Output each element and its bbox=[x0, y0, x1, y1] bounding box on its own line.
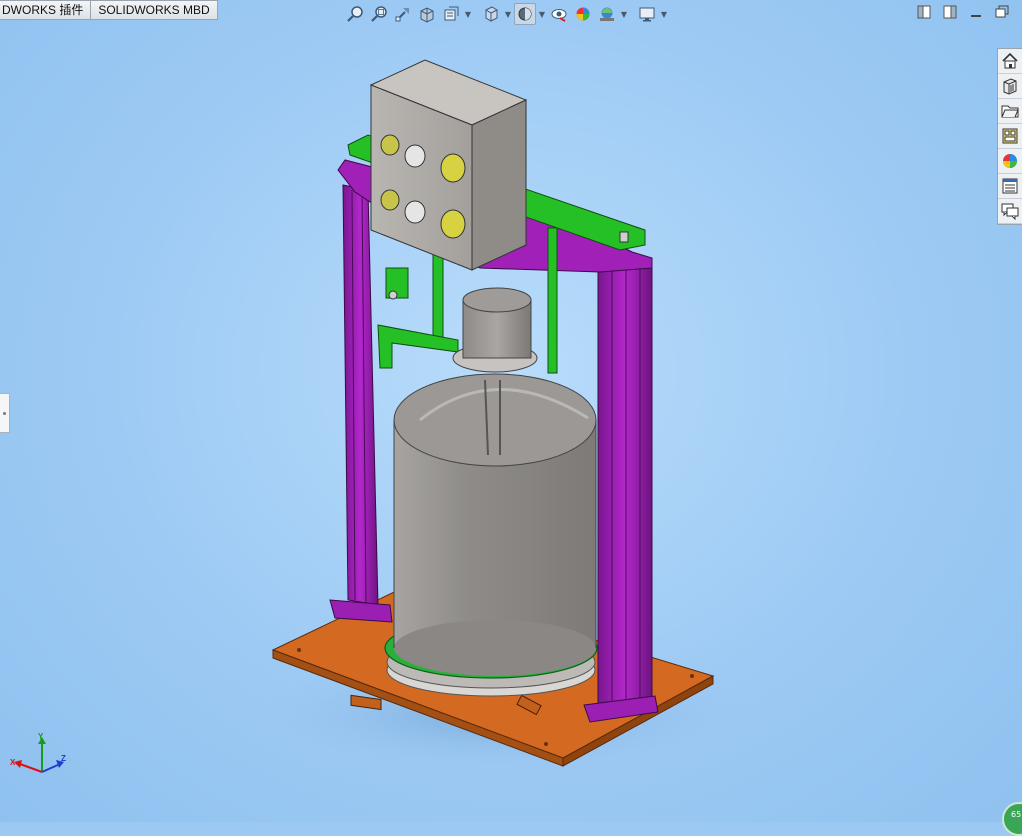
chevron-down-icon[interactable]: ▼ bbox=[620, 3, 628, 25]
feature-manager-collapse-handle[interactable] bbox=[0, 393, 10, 433]
chevron-down-icon[interactable]: ▼ bbox=[660, 3, 668, 25]
tile-right-icon[interactable] bbox=[942, 4, 958, 20]
triad-y-label: Y bbox=[38, 732, 44, 741]
view-settings-icon[interactable] bbox=[636, 3, 658, 25]
previous-view-icon[interactable] bbox=[392, 3, 414, 25]
chevron-down-icon[interactable]: ▼ bbox=[504, 3, 512, 25]
tab-solidworks-mbd[interactable]: SOLIDWORKS MBD bbox=[90, 0, 218, 20]
minimize-icon[interactable] bbox=[968, 4, 984, 20]
zoom-to-area-icon[interactable] bbox=[368, 3, 390, 25]
view-orientation-icon[interactable] bbox=[480, 3, 502, 25]
file-explorer-icon[interactable] bbox=[998, 99, 1022, 124]
display-style-icon[interactable] bbox=[514, 3, 536, 25]
chevron-down-icon[interactable]: ▼ bbox=[464, 3, 472, 25]
section-view-icon[interactable] bbox=[416, 3, 438, 25]
triad-z-label: Z bbox=[61, 754, 66, 763]
heads-up-view-toolbar: ▼ ▼ ▼ ▼ ▼ bbox=[344, 2, 668, 26]
restore-icon[interactable] bbox=[994, 4, 1010, 20]
custom-properties-icon[interactable] bbox=[998, 174, 1022, 199]
tile-left-icon[interactable] bbox=[916, 4, 932, 20]
design-library-icon[interactable] bbox=[998, 74, 1022, 99]
left-frame-post bbox=[329, 184, 393, 623]
mixer-motor bbox=[452, 287, 538, 373]
performance-badge[interactable]: 65 bbox=[1002, 802, 1022, 836]
window-controls bbox=[916, 4, 1010, 20]
hide-show-items-icon[interactable] bbox=[548, 3, 570, 25]
triad-x-label: X bbox=[10, 758, 16, 767]
dynamic-annotation-icon[interactable] bbox=[440, 3, 462, 25]
control-box bbox=[369, 59, 528, 271]
view-palette-icon[interactable] bbox=[998, 124, 1022, 149]
appearances-icon[interactable] bbox=[998, 149, 1022, 174]
apply-scene-icon[interactable] bbox=[596, 3, 618, 25]
task-pane-tabs bbox=[997, 48, 1022, 225]
solidworks-resources-icon[interactable] bbox=[998, 49, 1022, 74]
mixing-tank bbox=[393, 373, 597, 676]
3d-model-mixer-assembly[interactable] bbox=[0, 0, 1022, 822]
tab-solidworks-addins[interactable]: DWORKS 插件 bbox=[0, 0, 92, 20]
forum-icon[interactable] bbox=[998, 199, 1022, 224]
edit-appearance-icon[interactable] bbox=[572, 3, 594, 25]
chevron-down-icon[interactable]: ▼ bbox=[538, 3, 546, 25]
zoom-to-fit-icon[interactable] bbox=[344, 3, 366, 25]
command-manager-tabs: DWORKS 插件 SOLIDWORKS MBD bbox=[0, 0, 218, 20]
reference-triad: Y X Z bbox=[8, 732, 70, 780]
